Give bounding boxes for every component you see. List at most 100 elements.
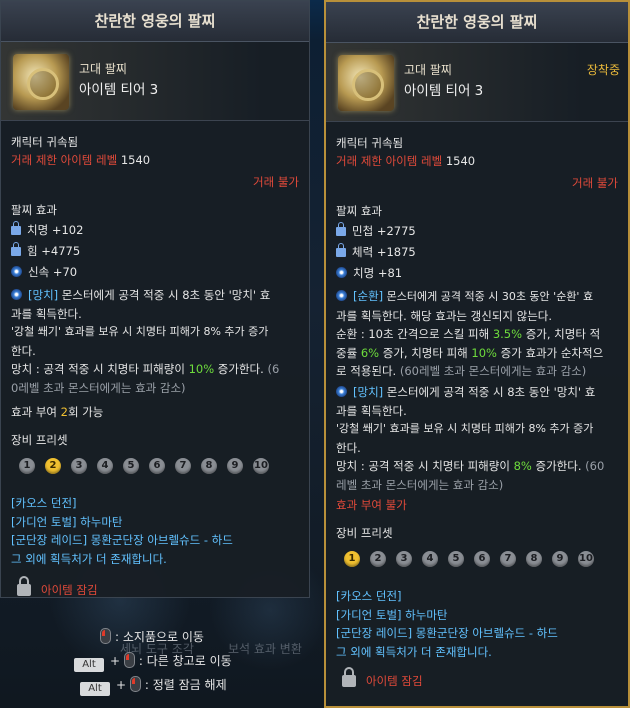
hint-move-inventory: : 소지품으로 이동 [100, 628, 204, 645]
preset-10[interactable]: 10 [253, 458, 269, 474]
mouse-right-icon [100, 628, 111, 644]
source-item: [카오스 던전] [11, 496, 77, 510]
lock-label: 아이템 잠김 [41, 583, 98, 597]
preset-3[interactable]: 3 [396, 551, 412, 567]
level-value: 1540 [120, 153, 151, 167]
stat-line: 치명 +81 [336, 265, 402, 281]
effect-note: (60레벨 초과 몬스터에게는 효과 감소) [399, 364, 587, 378]
preset-6[interactable]: 6 [149, 458, 165, 474]
level-label: 거래 제한 아이템 레벨 [336, 154, 443, 168]
effect-text: 로 적용된다. [336, 364, 400, 378]
preset-7[interactable]: 7 [175, 458, 191, 474]
trade-status: 거래 불가 [572, 176, 618, 190]
item-header: 고대 팔찌 아이템 티어 3 [1, 42, 309, 121]
lock-icon [11, 242, 21, 256]
padlock-icon [17, 576, 31, 596]
effect-note: 레벨 초과 몬스터에게는 효과 감소) [336, 477, 504, 492]
preset-5[interactable]: 5 [123, 458, 139, 474]
preset-8[interactable]: 8 [526, 551, 542, 567]
preset-10[interactable]: 10 [578, 551, 594, 567]
lock-icon [336, 243, 346, 257]
level-label: 거래 제한 아이템 레벨 [11, 153, 118, 167]
effect-line: 과를 획득한다. 해당 효과는 갱신되지 않는다. [336, 308, 553, 323]
stat-text: 민첩 +2775 [352, 224, 416, 238]
source-list: [카오스 던전] [가디언 토벌] 하누마탄 [군단장 레이드] 몽환군단장 아… [11, 494, 297, 568]
item-tooltip-left: 찬란한 영웅의 팔찌 고대 팔찌 아이템 티어 3 캐릭터 귀속됨 거래 제한 … [0, 0, 310, 598]
preset-2[interactable]: 2 [45, 458, 61, 474]
hint-unlock-sort: Alt + : 정렬 잠금 해제 [80, 676, 227, 696]
effect-text: 증가, 치명타 피해 [379, 345, 472, 360]
preset-4[interactable]: 4 [422, 551, 438, 567]
preset-7[interactable]: 7 [500, 551, 516, 567]
item-tier: 아이템 티어 3 [404, 83, 484, 99]
effect-text: 중률 [336, 345, 361, 360]
padlock-icon [342, 667, 356, 687]
plus-sign: + [110, 654, 121, 668]
effect-text: 망치 : 공격 적중 시 치명타 피해량이 [336, 459, 514, 473]
enchant-count: 효과 부여 2회 가능 [11, 404, 103, 420]
effect-line: 한다. [11, 343, 36, 358]
item-lock-status: 아이템 잠김 [17, 576, 98, 598]
effect-text: 증가한다. [531, 459, 586, 473]
item-tier: 아이템 티어 3 [79, 82, 159, 98]
tooltip-title: 찬란한 영웅의 팔찌 [326, 2, 628, 43]
trade-status: 거래 불가 [253, 175, 299, 189]
preset-9[interactable]: 9 [552, 551, 568, 567]
preset-1[interactable]: 1 [344, 551, 360, 567]
preset-title: 장비 프리셋 [11, 433, 68, 447]
effect-line: 몬스터에게 공격 적중 시 8초 동안 '망치' 효 [58, 288, 271, 302]
effect-value: 10% [188, 362, 215, 376]
key-hints: : 소지품으로 이동 Alt + : 다른 창고로 이동 Alt + : 정렬 잠금… [60, 620, 300, 698]
source-item: 그 외에 획득처가 더 존재합니다. [336, 644, 492, 659]
effect-value: 8% [513, 459, 532, 473]
swirl-icon [11, 289, 22, 300]
stat-text: 신속 +70 [28, 265, 78, 279]
effect-text: 증가한다. [214, 362, 268, 376]
effect-line: '강철 쐐기' 효과를 보유 시 치명타 피해가 8% 추가 증가 [336, 422, 594, 435]
effect-text: 증가, 치명타 적 [522, 327, 601, 341]
effect-text: 망치 : 공격 적중 시 치명타 피해량이 [11, 362, 189, 376]
preset-8[interactable]: 8 [201, 458, 217, 474]
stat-text: 체력 +1875 [352, 245, 416, 259]
preset-5[interactable]: 5 [448, 551, 464, 567]
source-item: 그 외에 획득처가 더 존재합니다. [11, 551, 167, 566]
equipped-badge: 장착중 [586, 63, 620, 77]
effect-value: 3.5% [492, 327, 523, 341]
stat-text: 치명 +81 [353, 266, 403, 280]
preset-6[interactable]: 6 [474, 551, 490, 567]
item-grade: 고대 팔찌 [404, 63, 452, 77]
preset-1[interactable]: 1 [19, 458, 35, 474]
hint-text: : 정렬 잠금 해제 [144, 678, 227, 692]
effect-text: 순환 : 10초 간격으로 스킬 피해 [336, 327, 493, 341]
hint-text: : 소지품으로 이동 [115, 630, 204, 644]
enchant-text: 효과 부여 [11, 405, 61, 419]
alt-key: Alt [74, 658, 104, 672]
item-lock-status: 아이템 잠김 [342, 667, 423, 689]
effect-title: 팔찌 효과 [336, 204, 382, 218]
source-item: [군단장 레이드] 몽환군단장 아브렐슈드 - 하드 [11, 533, 233, 547]
effect-line: 과를 획득한다. [11, 306, 82, 321]
preset-9[interactable]: 9 [227, 458, 243, 474]
preset-2[interactable]: 2 [370, 551, 386, 567]
swirl-icon [11, 266, 22, 277]
preset-4[interactable]: 4 [97, 458, 113, 474]
swirl-icon [336, 290, 347, 301]
source-item: [가디언 토벌] 하누마탄 [336, 607, 448, 622]
mouse-right-icon [129, 676, 141, 692]
alt-key: Alt [80, 682, 110, 696]
stat-text: 치명 +102 [27, 223, 84, 237]
lock-icon [336, 222, 346, 236]
stat-line: 치명 +102 [11, 221, 84, 238]
effect-value: 10% [471, 345, 497, 360]
level-line: 거래 제한 아이템 레벨 1540 [11, 152, 150, 168]
special-effect: [망치] 몬스터에게 공격 적중 시 8초 동안 '망치' 효 과를 획득한다.… [11, 286, 297, 397]
swirl-icon [336, 267, 347, 278]
item-grade: 고대 팔찌 [79, 62, 127, 76]
level-line: 거래 제한 아이템 레벨 1540 [336, 153, 475, 169]
source-list: [카오스 던전] [가디언 토벌] 하누마탄 [군단장 레이드] 몽환군단장 아… [336, 587, 622, 661]
source-item: [가디언 토벌] 하누마탄 [11, 514, 123, 529]
preset-3[interactable]: 3 [71, 458, 87, 474]
effect-note: (60 [585, 459, 605, 473]
lock-icon [11, 221, 21, 235]
preset-list: 1 2 3 4 5 6 7 8 9 10 [344, 551, 594, 567]
